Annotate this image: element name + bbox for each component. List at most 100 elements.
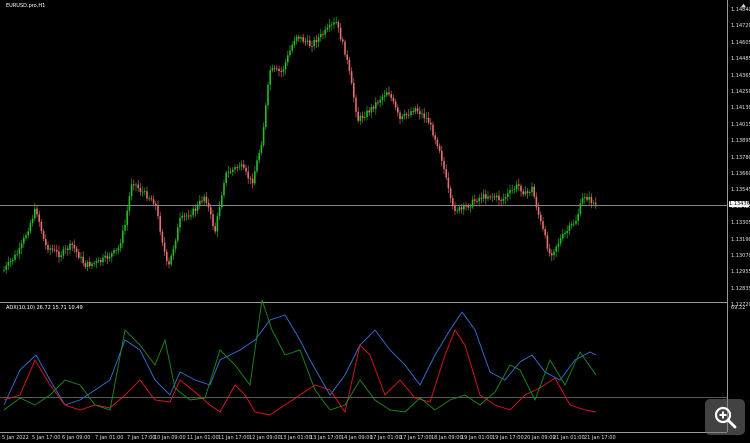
candle-body xyxy=(564,232,566,235)
candle-body xyxy=(130,184,133,197)
time-axis-label: 11 Jan 01:00 xyxy=(187,435,219,441)
candle-body xyxy=(498,195,500,201)
candle-body xyxy=(322,34,324,35)
candle-body xyxy=(405,114,408,115)
candle-body xyxy=(573,223,575,225)
candle-body xyxy=(14,254,16,260)
candle-body xyxy=(119,243,122,249)
candle-body xyxy=(408,114,410,116)
candle-body xyxy=(331,24,333,26)
candle-body xyxy=(265,105,267,128)
candle-body xyxy=(183,215,186,217)
candle-body xyxy=(441,150,443,161)
candle-body xyxy=(223,183,225,196)
candle-body xyxy=(148,198,150,200)
chart-window[interactable]: EURUSD.pro,H1 ADX(10,10) 26.72 15.71 10.… xyxy=(0,0,750,443)
candle-body xyxy=(234,167,236,170)
candle-body xyxy=(581,197,584,204)
zoom-button[interactable] xyxy=(705,399,745,435)
candle-body xyxy=(34,208,36,219)
candle-body xyxy=(339,27,342,40)
candle-body xyxy=(397,107,399,113)
candle-body xyxy=(163,242,166,252)
candle-body xyxy=(115,250,117,251)
candle-body xyxy=(240,164,243,167)
candle-body xyxy=(412,111,414,113)
candle-body xyxy=(502,198,505,201)
candle-body xyxy=(333,22,335,25)
candle-body xyxy=(100,260,102,263)
candle-body xyxy=(251,178,254,184)
candle-body xyxy=(555,246,557,252)
price-axis-label: 1.13190 xyxy=(731,236,750,243)
candle-body xyxy=(337,22,340,28)
candle-body xyxy=(141,191,144,193)
time-axis-label: 11 Jan 17:00 xyxy=(218,435,250,441)
candle-body xyxy=(482,194,485,199)
candle-body xyxy=(522,191,524,195)
candle-body xyxy=(449,188,452,199)
candle-body xyxy=(421,113,423,115)
candle-body xyxy=(185,215,188,217)
candle-body xyxy=(315,39,318,43)
candle-body xyxy=(518,184,520,186)
candle-body xyxy=(295,36,298,41)
candle-body xyxy=(324,29,326,35)
candle-body xyxy=(117,248,120,251)
candle-body xyxy=(445,169,447,178)
candle-body xyxy=(463,205,465,210)
candle-body xyxy=(390,94,392,98)
candle-body xyxy=(302,37,304,42)
candle-body xyxy=(56,249,58,252)
candle-body xyxy=(570,223,573,226)
candle-body xyxy=(566,231,568,233)
candle-body xyxy=(546,235,549,249)
candle-body xyxy=(42,231,45,239)
price-axis-label: 1.14250 xyxy=(731,89,750,95)
candle-body xyxy=(93,263,95,264)
candle-body xyxy=(531,186,533,193)
candle-body xyxy=(568,225,571,232)
time-axis-label: 5 Jan 17:00 xyxy=(32,435,61,441)
time-axis-label: 13 Jan 17:00 xyxy=(310,435,342,441)
candle-body xyxy=(309,40,311,47)
price-chart[interactable] xyxy=(0,0,750,443)
candle-body xyxy=(548,248,551,254)
price-axis-label: 1.13305 xyxy=(731,220,750,227)
candle-body xyxy=(31,218,34,223)
candle-body xyxy=(75,248,78,252)
candle-body xyxy=(359,115,362,121)
candle-body xyxy=(218,207,221,217)
candle-body xyxy=(430,122,432,125)
candle-body xyxy=(465,205,467,207)
candle-body xyxy=(289,50,291,56)
candle-body xyxy=(489,196,491,198)
time-axis-label: 6 Jan 09:00 xyxy=(62,435,91,441)
candle-body xyxy=(414,108,417,112)
candle-body xyxy=(192,208,194,216)
candle-body xyxy=(199,200,201,205)
candle-body xyxy=(291,45,293,51)
candle-body xyxy=(300,37,302,39)
candle-body xyxy=(284,62,287,70)
candle-body xyxy=(172,248,175,256)
candle-body xyxy=(526,191,529,193)
candle-body xyxy=(443,160,445,170)
collapse-icon[interactable] xyxy=(740,2,747,9)
candle-body xyxy=(49,248,51,250)
candle-body xyxy=(144,191,146,192)
candle-body xyxy=(388,92,390,95)
candle-body xyxy=(128,196,131,211)
candle-body xyxy=(20,243,23,249)
candle-body xyxy=(487,196,489,199)
candle-body xyxy=(170,255,172,265)
candle-body xyxy=(364,117,366,118)
candle-body xyxy=(381,96,384,100)
candle-body xyxy=(124,224,126,231)
candle-body xyxy=(216,216,219,232)
time-axis-label: 19 Jan 17:00 xyxy=(492,435,524,441)
candle-body xyxy=(86,261,89,267)
candle-body xyxy=(366,110,368,118)
candle-body xyxy=(535,196,538,208)
candle-body xyxy=(287,55,289,63)
